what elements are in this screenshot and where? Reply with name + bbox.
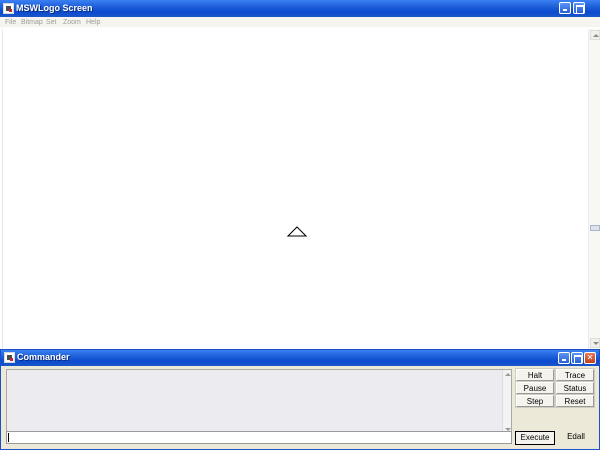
menu-bitmap[interactable]: Bitmap — [21, 17, 43, 28]
drawing-canvas[interactable] — [2, 29, 588, 349]
maximize-button[interactable] — [573, 2, 585, 14]
status-button[interactable]: Status — [555, 381, 595, 395]
minimize-button[interactable] — [559, 2, 571, 14]
history-scroll-up-icon[interactable] — [504, 371, 511, 378]
scroll-up-arrow-icon[interactable] — [590, 30, 600, 40]
triangle-turtle-icon — [287, 226, 307, 237]
halt-button[interactable]: Halt — [515, 368, 555, 382]
commander-titlebar[interactable]: Commander ✕ — [1, 350, 599, 366]
scroll-down-arrow-icon[interactable] — [590, 338, 600, 348]
step-button[interactable]: Step — [515, 394, 555, 408]
maximize-icon — [572, 353, 582, 364]
commander-maximize-button[interactable] — [571, 352, 583, 364]
pause-button[interactable]: Pause — [515, 381, 555, 395]
close-icon: ✕ — [586, 353, 594, 362]
commander-minimize-button[interactable] — [558, 352, 570, 364]
history-scrollbar[interactable] — [502, 370, 511, 434]
reset-button[interactable]: Reset — [555, 394, 595, 408]
command-input[interactable] — [6, 431, 512, 444]
menu-zoom[interactable]: Zoom — [63, 17, 81, 28]
menu-help[interactable]: Help — [86, 17, 100, 28]
menu-set[interactable]: Set — [46, 17, 57, 28]
commander-app-icon[interactable] — [4, 352, 15, 363]
text-caret — [8, 433, 9, 442]
menu-bar: File Bitmap Set Zoom Help — [0, 17, 600, 28]
menu-file[interactable]: File — [5, 17, 16, 28]
window-title: MSWLogo Screen — [16, 3, 93, 13]
main-titlebar[interactable]: MSWLogo Screen — [0, 0, 600, 17]
trace-button[interactable]: Trace — [555, 368, 595, 382]
minimize-icon — [559, 353, 569, 363]
execute-button[interactable]: Execute — [515, 431, 555, 445]
commander-close-button[interactable]: ✕ — [584, 352, 596, 364]
minimize-icon — [560, 3, 570, 13]
mswlogo-app-icon[interactable] — [3, 3, 14, 14]
commander-title: Commander — [17, 352, 70, 362]
edall-button[interactable]: Edall — [557, 431, 595, 445]
maximize-icon — [574, 3, 584, 14]
scrollbar-thumb[interactable] — [590, 225, 600, 231]
command-history[interactable] — [6, 369, 512, 435]
commander-window: Commander ✕ Halt Trace Pause Status Step… — [0, 349, 600, 450]
canvas-vertical-scrollbar[interactable] — [588, 29, 600, 349]
